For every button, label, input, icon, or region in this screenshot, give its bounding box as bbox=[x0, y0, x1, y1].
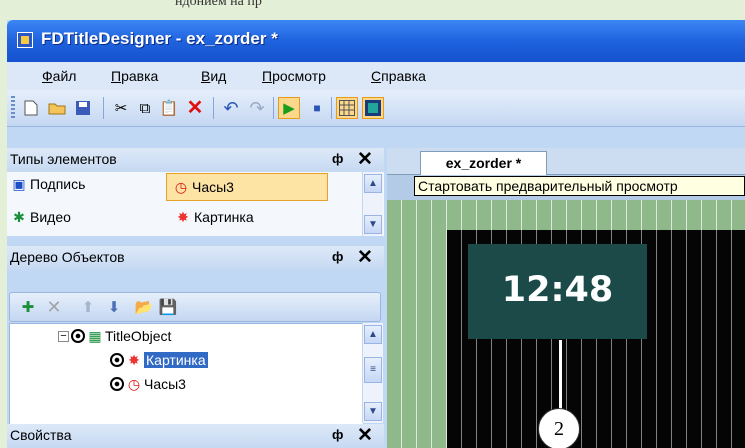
open-template-icon[interactable]: 📂 bbox=[134, 297, 154, 317]
clock-text: 12:48 bbox=[501, 270, 614, 310]
tree-node-label: Часы3 bbox=[144, 376, 186, 392]
stop-icon[interactable]: ■ bbox=[307, 98, 327, 118]
picture-icon: ✸ bbox=[177, 209, 189, 225]
clock-icon: ◷ bbox=[127, 376, 141, 392]
list-item[interactable]: ▣ Подпись bbox=[11, 176, 85, 192]
document-background: ндонием на пр bbox=[0, 0, 745, 18]
safe-area-icon[interactable] bbox=[362, 97, 384, 119]
toolbar-separator bbox=[273, 97, 274, 119]
scroll-up-icon[interactable]: ▲ bbox=[364, 325, 382, 344]
redo-icon[interactable]: ↷ bbox=[247, 98, 267, 118]
scroll-down-icon[interactable]: ▼ bbox=[364, 402, 382, 421]
menu-edit[interactable]: Правка bbox=[111, 68, 158, 84]
toolbar-separator bbox=[103, 97, 104, 119]
types-scrollbar[interactable]: ▲ ▼ bbox=[362, 172, 383, 236]
title-object-icon: ▦ bbox=[88, 328, 102, 344]
properties-panel-header: Свойства ф ✕ bbox=[7, 424, 384, 448]
editor-area: ex_zorder * 12:48 2 Стартовать предварит… bbox=[387, 148, 745, 448]
pin-icon[interactable]: ф bbox=[332, 427, 343, 442]
menu-file[interactable]: Файл bbox=[42, 68, 76, 84]
callout-number: 2 bbox=[538, 408, 580, 448]
open-folder-icon[interactable] bbox=[47, 98, 67, 118]
video-stage[interactable]: 12:48 2 bbox=[447, 230, 745, 448]
toolbar-separator bbox=[331, 97, 332, 119]
toolbar-separator bbox=[213, 97, 214, 119]
scroll-thumb[interactable]: ≡ bbox=[364, 357, 382, 383]
toolbar-grip[interactable] bbox=[11, 96, 15, 120]
save-template-icon[interactable]: 💾 bbox=[158, 297, 178, 317]
list-item-label: Картинка bbox=[194, 209, 254, 225]
app-window: FDTitleDesigner - ex_zorder * Файл Правк… bbox=[7, 20, 745, 448]
design-canvas[interactable]: 12:48 2 bbox=[387, 200, 745, 448]
close-icon[interactable]: ✕ bbox=[357, 424, 373, 447]
tree-node-label: TitleObject bbox=[105, 328, 172, 344]
scroll-up-icon[interactable]: ▲ bbox=[364, 174, 382, 193]
list-item-label: Видео bbox=[30, 209, 71, 225]
properties-panel-title: Свойства bbox=[10, 427, 72, 443]
menu-bar: Файл Правка Вид Просмотр Справка bbox=[7, 62, 745, 90]
cut-icon[interactable]: ✂ bbox=[111, 98, 131, 118]
delete-icon[interactable]: ✕ bbox=[185, 98, 205, 118]
app-icon bbox=[17, 32, 33, 48]
undo-icon[interactable]: ↶ bbox=[221, 98, 241, 118]
delete-object-icon[interactable]: ✕ bbox=[44, 297, 64, 317]
video-icon: ✱ bbox=[13, 209, 25, 225]
label-icon: ▣ bbox=[12, 176, 26, 192]
close-icon[interactable]: ✕ bbox=[357, 246, 373, 269]
picture-icon: ✸ bbox=[128, 352, 140, 368]
visibility-eye-icon[interactable] bbox=[110, 353, 124, 367]
clock-icon: ◷ bbox=[174, 179, 188, 195]
add-object-icon[interactable]: ✚ bbox=[18, 297, 38, 317]
tab-ex-zorder[interactable]: ex_zorder * bbox=[420, 151, 547, 175]
list-item[interactable]: ✸ Картинка bbox=[175, 209, 254, 225]
paste-icon[interactable]: 📋 bbox=[159, 98, 179, 118]
list-item-label: Подпись bbox=[30, 176, 86, 192]
new-file-icon[interactable] bbox=[21, 98, 41, 118]
play-preview-icon[interactable]: ▶ bbox=[278, 97, 300, 119]
tree-node[interactable]: − ▦ TitleObject bbox=[58, 328, 171, 344]
list-item[interactable]: ◷ Часы3 bbox=[166, 173, 328, 201]
caption-fragment: ндонием на пр bbox=[175, 0, 262, 9]
tree-toolbar: ✚ ✕ ⬆ ⬇ 📂 💾 bbox=[9, 292, 381, 322]
tree-scrollbar[interactable]: ▲ ≡ ▼ bbox=[362, 323, 383, 423]
copy-icon[interactable]: ⧉ bbox=[135, 98, 155, 118]
menu-view[interactable]: Вид bbox=[201, 68, 226, 84]
tree-node[interactable]: ◷ Часы3 bbox=[110, 376, 186, 392]
pin-icon[interactable]: ф bbox=[332, 249, 343, 264]
pin-icon[interactable]: ф bbox=[332, 151, 343, 166]
save-icon[interactable] bbox=[73, 98, 93, 118]
visibility-eye-icon[interactable] bbox=[71, 329, 85, 343]
grid-icon[interactable] bbox=[336, 97, 358, 119]
list-item[interactable]: ✱ Видео bbox=[11, 209, 71, 225]
scroll-down-icon[interactable]: ▼ bbox=[364, 215, 382, 234]
menu-preview[interactable]: Просмотр bbox=[262, 68, 326, 84]
list-item-label: Часы3 bbox=[192, 179, 234, 195]
types-panel-title: Типы элементов bbox=[10, 151, 117, 167]
tree-node[interactable]: ✸ Картинка bbox=[110, 352, 208, 368]
types-list: ▣ Подпись ◷ Часы3 ✱ Видео ✸ Картинка ▲ ▼ bbox=[7, 172, 384, 236]
move-down-icon[interactable]: ⬇ bbox=[104, 297, 124, 317]
preview-tooltip: Стартовать предварительный просмотр bbox=[414, 176, 745, 196]
window-title: FDTitleDesigner - ex_zorder * bbox=[41, 29, 278, 48]
clock-object[interactable]: 12:48 bbox=[468, 244, 647, 339]
title-bar[interactable]: FDTitleDesigner - ex_zorder * bbox=[7, 20, 745, 62]
tree-node-label: Картинка bbox=[144, 352, 208, 368]
close-icon[interactable]: ✕ bbox=[357, 148, 373, 171]
main-toolbar: ✂ ⧉ 📋 ✕ ↶ ↷ ▶ ■ bbox=[7, 90, 745, 127]
move-up-icon[interactable]: ⬆ bbox=[78, 297, 98, 317]
object-tree: − ▦ TitleObject ✸ Картинка ◷ Часы3 bbox=[9, 323, 363, 425]
menu-help[interactable]: Справка bbox=[371, 68, 426, 84]
types-panel-header: Типы элементов ф ✕ bbox=[7, 148, 384, 172]
tree-panel-header: Дерево Объектов ф ✕ bbox=[7, 246, 384, 270]
tree-panel-title: Дерево Объектов bbox=[10, 249, 125, 265]
callout-line bbox=[559, 340, 562, 416]
collapse-icon[interactable]: − bbox=[58, 330, 69, 342]
visibility-eye-icon[interactable] bbox=[110, 377, 124, 391]
tab-strip: ex_zorder * bbox=[387, 148, 745, 175]
